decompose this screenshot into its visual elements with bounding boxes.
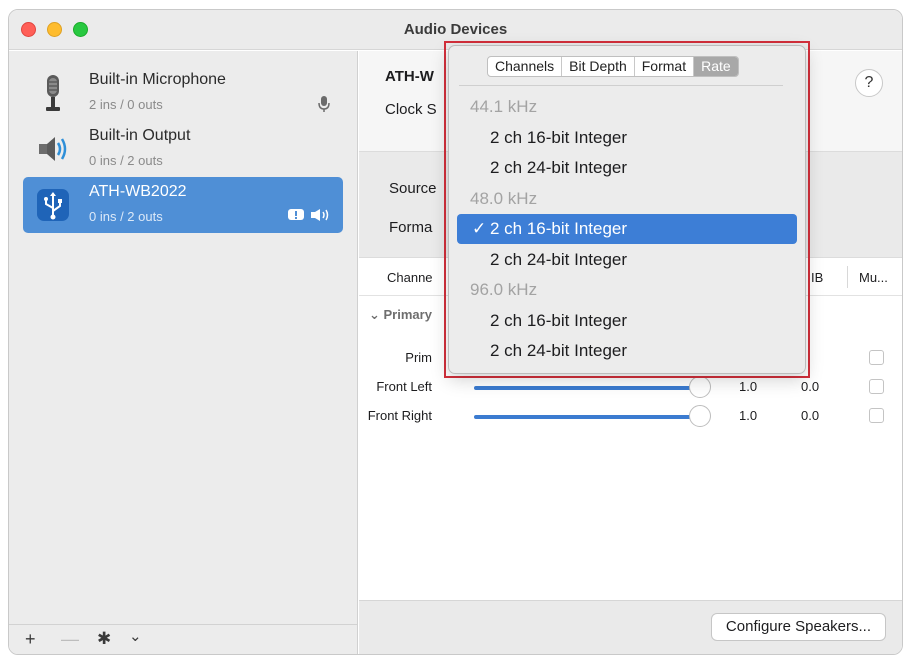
group-label: 44.1 kHz — [470, 97, 538, 116]
column-divider — [847, 266, 848, 288]
format-label: Forma — [389, 219, 433, 236]
menu-item-label: 2 ch 24-bit Integer — [490, 341, 628, 360]
checkmark-icon: ✓ — [472, 219, 487, 238]
channel-label: Front Left — [376, 379, 432, 394]
mute-checkbox[interactable] — [869, 379, 884, 394]
menu-item[interactable]: 2 ch 16-bit Integer — [457, 306, 797, 336]
source-label: Source — [389, 180, 437, 197]
volume-slider[interactable] — [474, 386, 699, 390]
speaker-icon — [39, 137, 67, 161]
add-device-button[interactable]: + — [25, 629, 36, 650]
device-item-built-in-output[interactable]: Built-in Output 0 ins / 2 outs — [23, 121, 343, 177]
device-item-ath-wb2022[interactable]: ATH-WB2022 0 ins / 2 outs — [23, 177, 343, 233]
channel-label: Front Right — [367, 408, 432, 423]
gear-icon[interactable]: ✱ — [97, 629, 111, 649]
device-name: Built-in Output — [89, 127, 191, 144]
tab-format[interactable]: Format — [635, 57, 695, 76]
device-io: 2 ins / 0 outs — [89, 97, 163, 112]
menu-item[interactable]: 2 ch 16-bit Integer — [457, 123, 797, 153]
menu-item[interactable]: 2 ch 24-bit Integer — [457, 153, 797, 183]
section-label: Primary — [383, 307, 432, 322]
volume-slider-knob[interactable] — [689, 405, 711, 427]
tab-rate[interactable]: Rate — [694, 57, 738, 76]
device-name: Built-in Microphone — [89, 71, 226, 88]
menu-item-selected[interactable]: ✓ 2 ch 16-bit Integer — [457, 214, 797, 244]
window-title: Audio Devices — [403, 21, 508, 38]
input-mic-badge-icon — [318, 96, 330, 112]
microphone-icon — [46, 75, 60, 111]
sidebar-footer: + — ✱ ⌄ — [9, 624, 357, 654]
menu-item-label: 2 ch 16-bit Integer — [490, 128, 628, 147]
db-value: 0.0 — [801, 379, 820, 394]
sort-segmented-control: Channels Bit Depth Format Rate — [487, 56, 739, 77]
section-primary[interactable]: ⌄ Primary — [369, 307, 432, 323]
bottom-bar: Configure Speakers... — [359, 600, 902, 654]
volume-value: 1.0 — [739, 408, 758, 423]
alert-output-badge-icon — [288, 209, 329, 221]
help-button[interactable]: ? — [855, 69, 883, 97]
format-popup-menu: Channels Bit Depth Format Rate 44.1 kHz … — [448, 45, 806, 374]
menu-item-label: 2 ch 16-bit Integer — [490, 311, 628, 330]
usb-icon — [37, 189, 69, 221]
menu-group-header: 48.0 kHz — [457, 184, 797, 214]
menu-group-header: 44.1 kHz — [457, 92, 797, 122]
group-label: 96.0 kHz — [470, 280, 538, 299]
device-name: ATH-WB2022 — [89, 183, 187, 200]
menu-divider — [459, 85, 783, 86]
column-header-mute[interactable]: Mu... — [859, 270, 888, 285]
menu-item[interactable]: 2 ch 24-bit Integer — [457, 336, 797, 366]
column-header-db[interactable]: IB — [811, 270, 823, 285]
device-io: 0 ins / 2 outs — [89, 209, 163, 224]
mute-checkbox[interactable] — [869, 350, 884, 365]
channel-label: Prim — [405, 350, 432, 365]
menu-item-label: 2 ch 24-bit Integer — [490, 250, 628, 269]
tab-bit-depth[interactable]: Bit Depth — [562, 57, 635, 76]
volume-slider-knob[interactable] — [689, 376, 711, 398]
device-title: ATH-W — [385, 68, 434, 85]
mute-checkbox[interactable] — [869, 408, 884, 423]
column-header-channel[interactable]: Channe — [387, 270, 433, 285]
chevron-down-icon[interactable]: ⌄ — [129, 627, 142, 645]
device-item-built-in-microphone[interactable]: Built-in Microphone 2 ins / 0 outs — [23, 65, 343, 121]
device-sidebar: Built-in Microphone 2 ins / 0 outs Built… — [9, 51, 358, 654]
db-value: 0.0 — [801, 408, 820, 423]
menu-item-label: 2 ch 16-bit Integer — [490, 219, 628, 238]
menu-item[interactable]: 2 ch 24-bit Integer — [457, 245, 797, 275]
tab-channels[interactable]: Channels — [488, 57, 563, 76]
group-label: 48.0 kHz — [470, 189, 538, 208]
configure-speakers-button[interactable]: Configure Speakers... — [710, 613, 886, 641]
volume-value: 1.0 — [739, 379, 758, 394]
volume-slider[interactable] — [474, 415, 699, 419]
table-row: Front Right 1.0 0.0 — [359, 402, 902, 430]
menu-item-label: 2 ch 24-bit Integer — [490, 158, 628, 177]
disclosure-chevron-icon[interactable]: ⌄ — [369, 307, 384, 322]
remove-device-button[interactable]: — — [61, 629, 79, 650]
device-io: 0 ins / 2 outs — [89, 153, 163, 168]
menu-group-header: 96.0 kHz — [457, 275, 797, 305]
clock-source-label: Clock S — [385, 101, 437, 118]
